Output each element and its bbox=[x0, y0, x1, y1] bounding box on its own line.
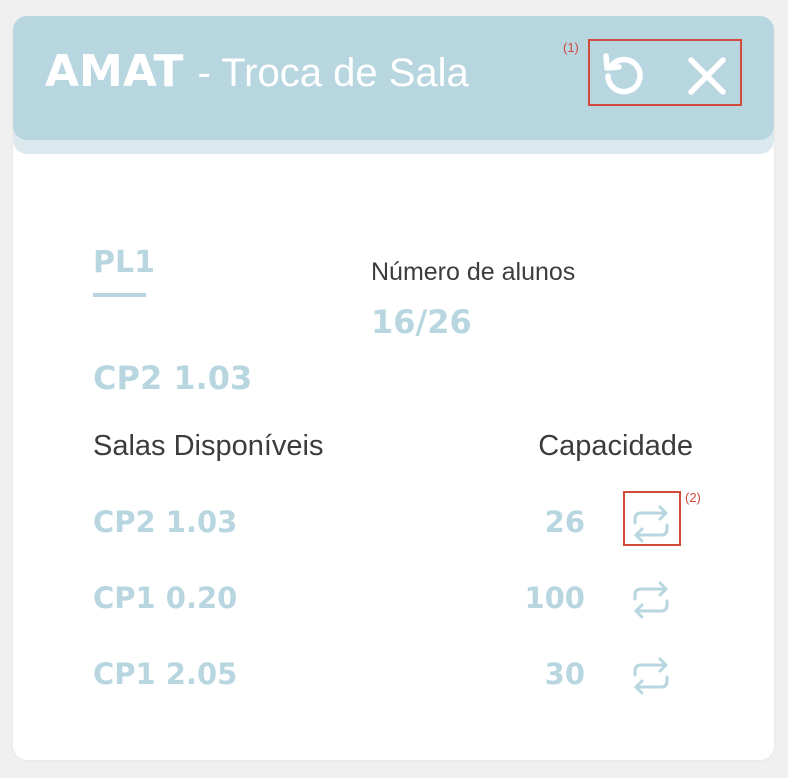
reset-rotate-icon bbox=[603, 53, 643, 95]
room-name: CP1 0.20 bbox=[93, 581, 238, 615]
dialog-subtitle: - Troca de Sala bbox=[197, 51, 469, 95]
close-x-icon bbox=[688, 57, 726, 95]
annotation-marker-2: (2) bbox=[685, 490, 701, 505]
room-capacity: 26 bbox=[544, 505, 585, 539]
students-count: 16/26 bbox=[371, 303, 472, 341]
reset-button[interactable] bbox=[598, 52, 650, 96]
room-name: CP2 1.03 bbox=[93, 505, 238, 539]
annotation-box-2 bbox=[623, 491, 681, 546]
swap-room-button[interactable] bbox=[629, 578, 673, 622]
dialog-title: AMAT - Troca de Sala bbox=[45, 50, 469, 94]
room-capacity: 100 bbox=[524, 581, 585, 615]
room-name: CP1 2.05 bbox=[93, 657, 238, 691]
room-row: CP1 0.20 100 bbox=[13, 572, 774, 628]
room-capacity: 30 bbox=[544, 657, 585, 691]
swap-arrows-icon bbox=[633, 657, 669, 695]
capacity-header: Capacidade bbox=[538, 430, 693, 462]
room-change-dialog: AMAT - Troca de Sala (1) PL1 Número de al… bbox=[13, 16, 774, 760]
course-code: AMAT bbox=[45, 46, 184, 97]
swap-arrows-icon bbox=[633, 581, 669, 619]
students-label: Número de alunos bbox=[371, 258, 576, 286]
dialog-header: AMAT - Troca de Sala (1) bbox=[13, 16, 774, 140]
annotation-marker-1: (1) bbox=[563, 40, 579, 55]
current-room: CP2 1.03 bbox=[93, 359, 253, 397]
available-rooms-header: Salas Disponíveis bbox=[93, 430, 324, 462]
class-tab-pl1[interactable]: PL1 bbox=[93, 248, 155, 278]
close-button[interactable] bbox=[685, 54, 729, 98]
room-row: CP1 2.05 30 bbox=[13, 648, 774, 704]
swap-room-button[interactable] bbox=[629, 654, 673, 698]
class-tab-underline bbox=[93, 293, 146, 297]
